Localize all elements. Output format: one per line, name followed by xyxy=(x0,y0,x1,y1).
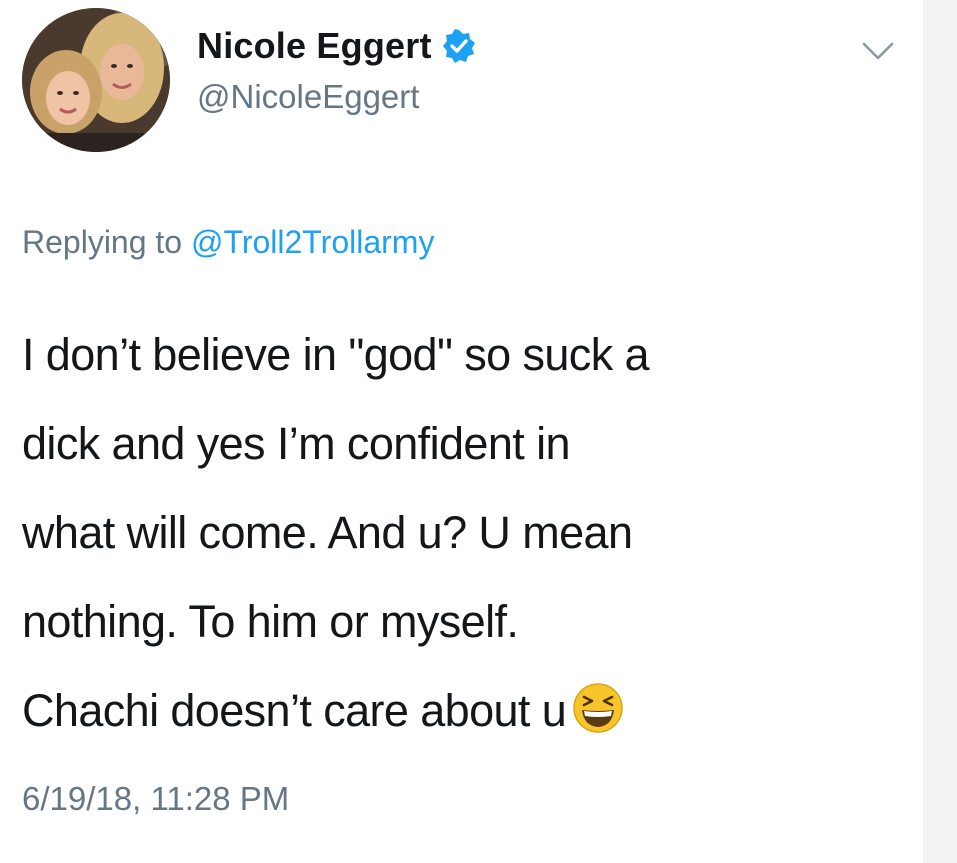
right-edge-strip xyxy=(923,0,957,863)
tweet-text-line: I don’t believe in "god" so suck a xyxy=(22,329,650,380)
display-name[interactable]: Nicole Eggert xyxy=(197,25,432,67)
tweet-text: I don’t believe in "god" so suck a dick … xyxy=(22,310,912,755)
tweet-text-line: dick and yes I’m confident in xyxy=(22,418,571,469)
tweet-text-line: Chachi doesn’t care about u xyxy=(22,685,567,736)
grinning-squinting-face-icon xyxy=(572,674,624,733)
author-handle[interactable]: @NicoleEggert xyxy=(197,78,419,116)
verified-badge-icon xyxy=(442,29,476,63)
tweet-text-line: nothing. To him or myself. xyxy=(22,596,519,647)
tweet-text-line: what will come. And u? U mean xyxy=(22,507,633,558)
timestamp[interactable]: 6/19/18, 11:28 PM xyxy=(22,780,289,818)
reply-prefix: Replying to xyxy=(22,224,183,260)
chevron-down-icon[interactable] xyxy=(858,36,898,66)
avatar[interactable] xyxy=(22,8,170,152)
reply-target-link[interactable]: @Troll2Trollarmy xyxy=(191,224,434,260)
tweet-text-line-last: Chachi doesn’t care about u xyxy=(22,666,912,755)
tweet-card: Nicole Eggert @NicoleEggert Replying to … xyxy=(0,0,923,863)
reply-context: Replying to @Troll2Trollarmy xyxy=(22,224,434,261)
author-name-row[interactable]: Nicole Eggert xyxy=(197,24,476,68)
